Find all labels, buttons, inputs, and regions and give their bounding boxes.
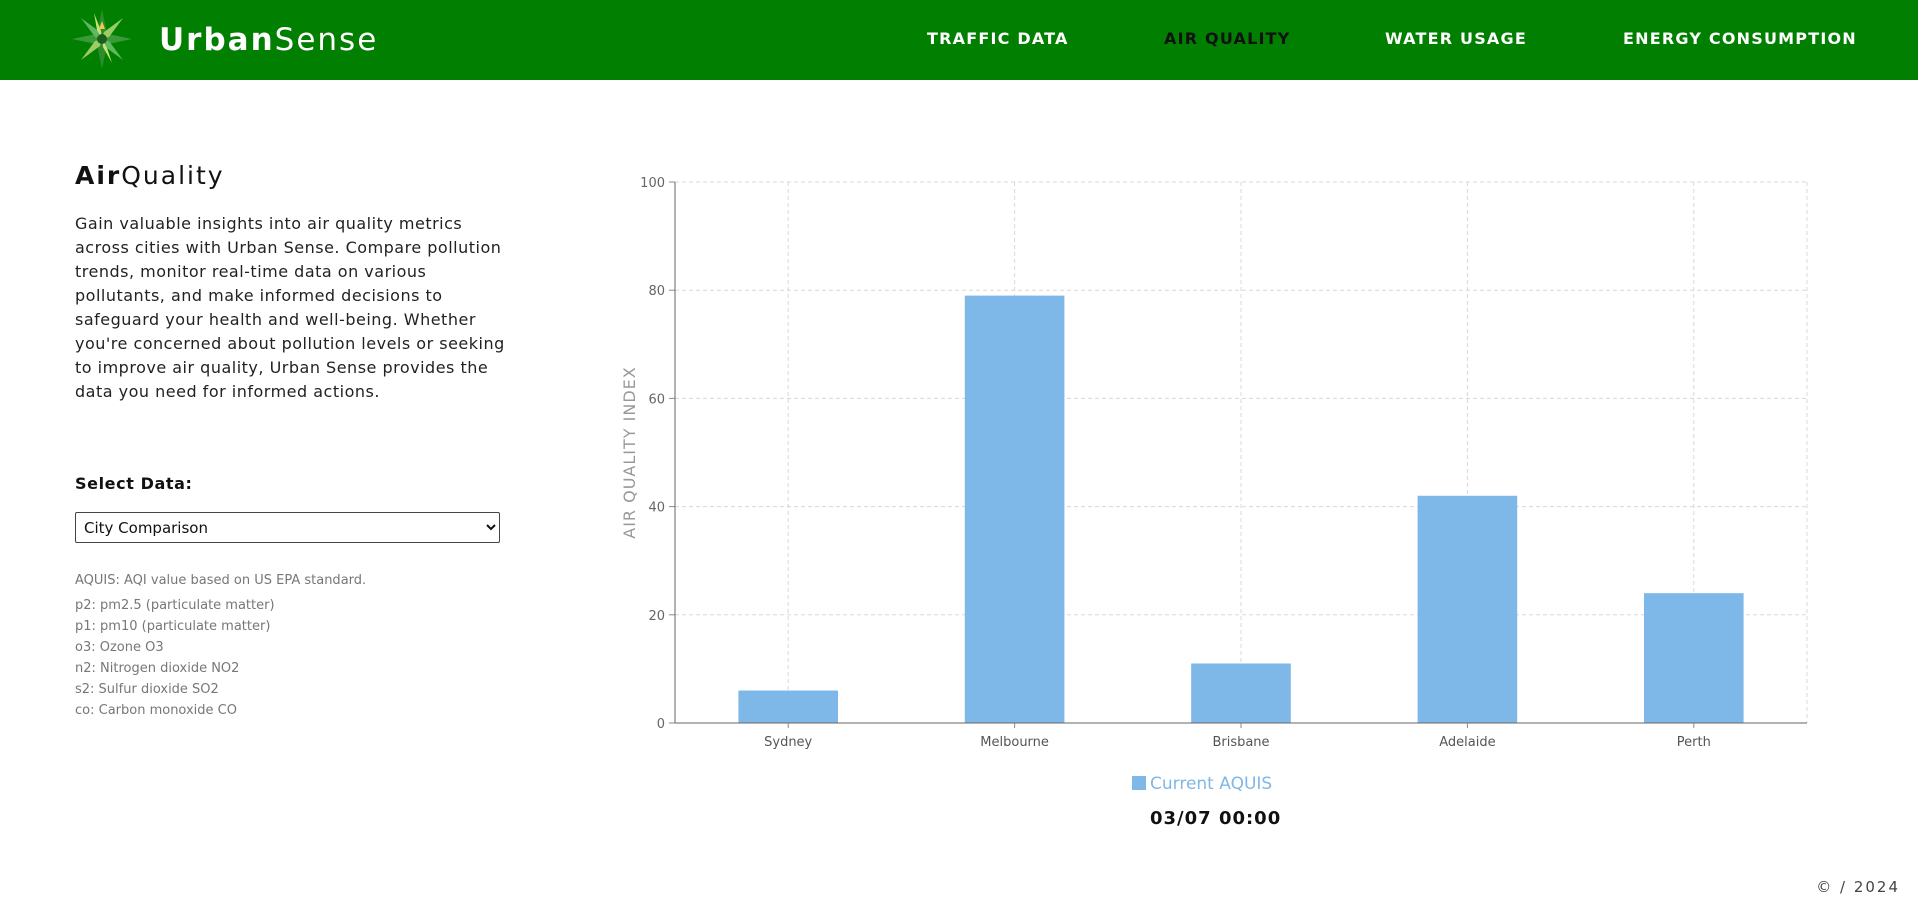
- nav-energy-consumption[interactable]: ENERGY CONSUMPTION: [1623, 29, 1857, 49]
- note-co: co: Carbon monoxide CO: [75, 703, 237, 718]
- y-tick-label: 60: [648, 392, 665, 407]
- bar-brisbane: [1191, 663, 1291, 723]
- note-p2: p2: pm2.5 (particulate matter): [75, 598, 275, 613]
- chart-timestamp: 03/07 00:00: [1150, 808, 1282, 829]
- x-tick-label: Melbourne: [980, 735, 1049, 750]
- chart-svg: 0 20 40 60 80 100 Sydney Melbourne Brisbane Adela…: [620, 176, 1808, 750]
- select-data-label: Select Data:: [75, 474, 193, 493]
- y-axis-title: AIR QUALITY INDEX: [620, 366, 639, 538]
- y-tick-label: 20: [648, 609, 665, 624]
- y-tick-label: 80: [648, 284, 665, 299]
- y-tick-label: 40: [648, 501, 665, 516]
- x-tick-label: Brisbane: [1212, 735, 1269, 750]
- nav-water-usage[interactable]: WATER USAGE: [1385, 29, 1527, 49]
- note-s2: s2: Sulfur dioxide SO2: [75, 682, 219, 697]
- note-aquis: AQUIS: AQI value based on US EPA standar…: [75, 573, 367, 588]
- legend-series-label: Current AQUIS: [1150, 774, 1273, 794]
- bar-melbourne: [964, 295, 1065, 723]
- urbansense-logo-icon[interactable]: [70, 6, 134, 72]
- y-tick-label: 100: [640, 176, 665, 191]
- data-select-wrapper: City Comparison: [75, 512, 500, 543]
- bar-adelaide: [1417, 495, 1518, 723]
- bar-sydney: [738, 690, 839, 723]
- page-description: Gain valuable insights into air quality …: [75, 214, 505, 401]
- note-p1: p1: pm10 (particulate matter): [75, 619, 271, 634]
- data-select[interactable]: City Comparison: [75, 512, 500, 543]
- y-tick-label: 0: [657, 717, 665, 732]
- top-nav-bar: UrbanSense TRAFFIC DATA AIR QUALITY WATE…: [0, 0, 1918, 80]
- x-tick-label: Adelaide: [1439, 735, 1495, 750]
- x-tick-label: Sydney: [764, 735, 812, 750]
- air-quality-chart: 0 20 40 60 80 100 Sydney Melbourne Brisbane Adela…: [600, 160, 1840, 760]
- x-tick-label: Perth: [1677, 735, 1711, 750]
- note-n2: n2: Nitrogen dioxide NO2: [75, 661, 240, 676]
- legend-swatch: [1132, 776, 1146, 790]
- bar-perth: [1643, 593, 1744, 723]
- brand-name[interactable]: UrbanSense: [159, 20, 378, 60]
- chart-legend[interactable]: Current AQUIS: [1132, 773, 1272, 795]
- pollutant-notes: AQUIS: AQI value based on US EPA standar…: [75, 570, 366, 721]
- copyright-footer: © / 2024: [1816, 878, 1900, 896]
- note-o3: o3: Ozone O3: [75, 640, 164, 655]
- nav-air-quality[interactable]: AIR QUALITY: [1164, 29, 1291, 49]
- page-title: AirQuality: [75, 161, 225, 190]
- nav-traffic-data[interactable]: TRAFFIC DATA: [927, 29, 1069, 49]
